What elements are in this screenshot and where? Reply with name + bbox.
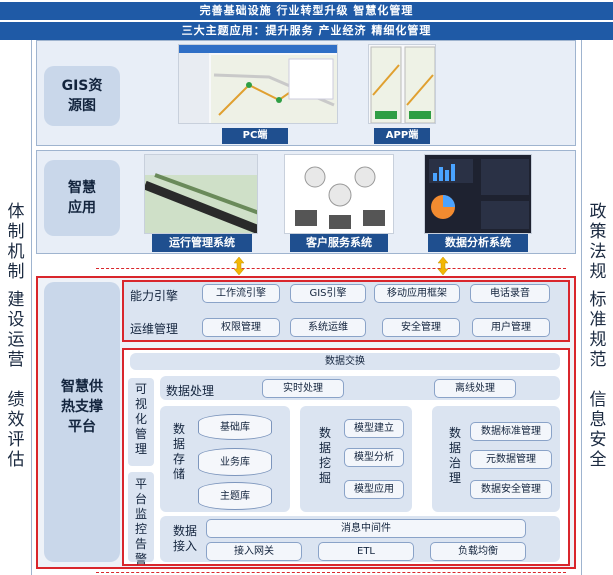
governance-label: 数据治理 — [448, 426, 461, 485]
left-side-3: 绩效评估 — [7, 390, 25, 470]
processing-item: 离线处理 — [434, 379, 516, 398]
gis-title: GIS资源图 — [44, 66, 120, 126]
platform-monitor-label: 平台监控告警 — [134, 477, 147, 566]
up-down-arrow-icon — [437, 257, 449, 275]
system-service: 客户服务系统 — [290, 234, 388, 252]
right-side-2: 标准规范 — [589, 290, 607, 370]
top-banner-1: 完善基础设施 行业转型升级 智慧化管理 — [0, 2, 613, 20]
mining-item: 模型建立 — [344, 419, 404, 438]
customer-service-image — [295, 166, 385, 229]
access-item: 负载均衡 — [430, 542, 526, 561]
pipeline-photo — [144, 154, 258, 234]
right-divider — [581, 40, 582, 575]
mq-bar: 消息中间件 — [206, 519, 526, 538]
right-side-1: 政策法规 — [589, 202, 607, 282]
pc-label: PC端 — [222, 128, 288, 144]
dashed-line-top — [96, 268, 566, 269]
data-processing-label: 数据处理 — [166, 384, 215, 398]
pipeline-image — [145, 155, 257, 233]
governance-item: 数据安全管理 — [470, 480, 552, 499]
processing-item: 实时处理 — [262, 379, 344, 398]
platform-title: 智慧供热支撑平台 — [44, 282, 120, 562]
capability-item: 工作流引擎 — [202, 284, 280, 303]
pc-screenshot — [178, 44, 338, 124]
up-down-arrow-icon — [233, 257, 245, 275]
capability-label: 能力引擎 — [130, 289, 179, 303]
app-screenshot — [368, 44, 436, 124]
capability-item: 电话录音 — [470, 284, 550, 303]
dashboard-image — [429, 159, 529, 229]
ops-label: 运维管理 — [130, 322, 179, 336]
smart-app-title: 智慧应用 — [44, 160, 120, 236]
db-cylinder: 主题库 — [198, 482, 272, 510]
ops-item: 系统运维 — [290, 318, 366, 337]
mining-item: 模型应用 — [344, 480, 404, 499]
governance-item: 数据标准管理 — [470, 422, 552, 441]
mining-label: 数据挖掘 — [318, 426, 331, 485]
ops-item: 权限管理 — [202, 318, 280, 337]
system-ops: 运行管理系统 — [152, 234, 252, 252]
mining-item: 模型分析 — [344, 448, 404, 467]
access-item: ETL — [318, 542, 414, 561]
app-label: APP端 — [374, 128, 430, 144]
dashboard-photo — [424, 154, 532, 234]
db-cylinder: 基础库 — [198, 414, 272, 440]
top-banner-2: 三大主题应用：提升服务 产业经济 精细化管理 — [0, 22, 613, 40]
pc-map-image — [179, 45, 337, 123]
service-photo — [284, 154, 394, 234]
system-analysis: 数据分析系统 — [428, 234, 528, 252]
app-map-image — [370, 46, 435, 123]
access-item: 接入网关 — [206, 542, 302, 561]
left-side-2: 建设运营 — [7, 290, 25, 370]
data-exchange-bar: 数据交换 — [130, 353, 560, 370]
visual-mgmt-label: 可视化管理 — [134, 382, 147, 456]
db-cylinder: 业务库 — [198, 448, 272, 476]
capability-item: 移动应用框架 — [374, 284, 460, 303]
access-label: 数据接入 — [172, 524, 197, 553]
governance-item: 元数据管理 — [470, 450, 552, 469]
left-side-1: 体制机制 — [7, 202, 25, 282]
ops-item: 用户管理 — [472, 318, 550, 337]
ops-item: 安全管理 — [382, 318, 460, 337]
capability-item: GIS引擎 — [290, 284, 366, 303]
left-divider — [31, 40, 32, 575]
dashed-line-bottom — [96, 572, 566, 573]
right-side-3: 信息安全 — [589, 390, 607, 470]
storage-label: 数据存储 — [172, 422, 185, 481]
